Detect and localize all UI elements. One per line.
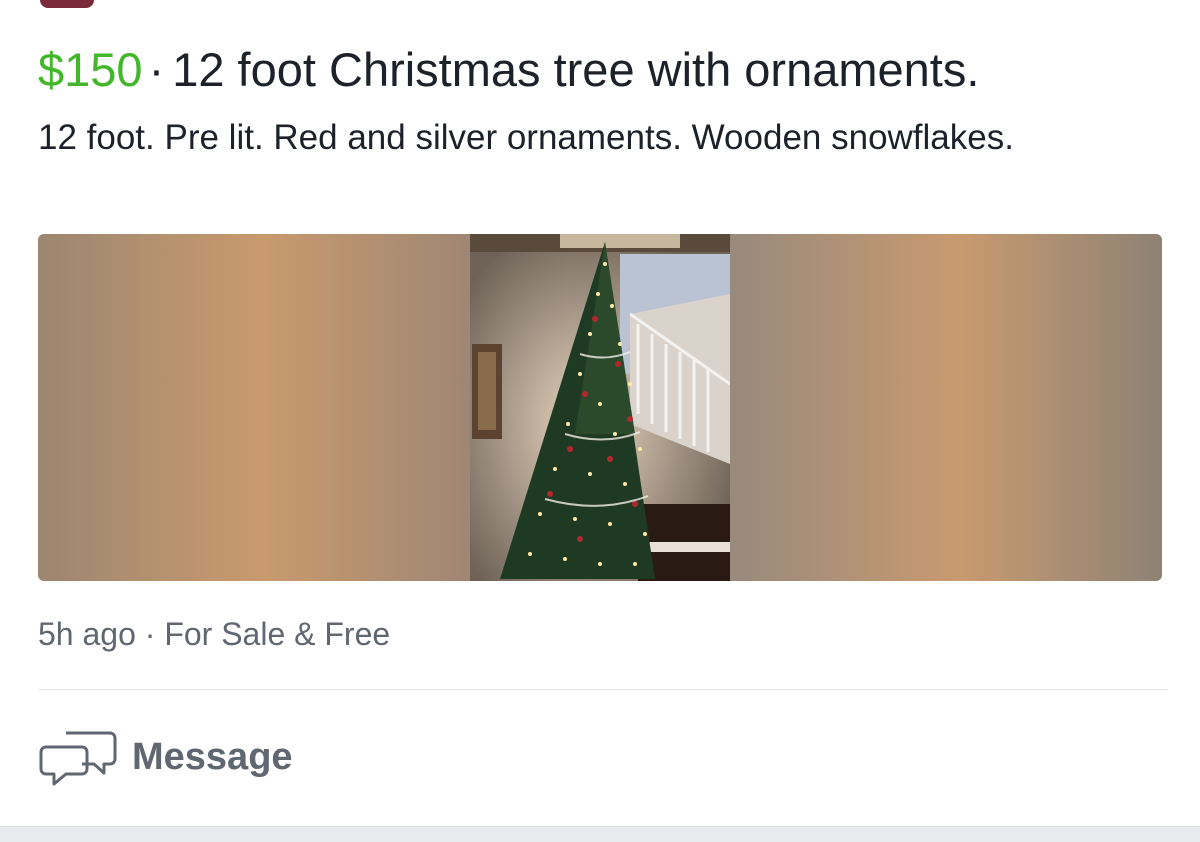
listing-photo[interactable] [38,234,1162,581]
christmas-tree-photo [470,234,730,581]
bottom-divider-bar [0,826,1200,842]
listing-title: $150 · 12 foot Christmas tree with ornamen… [38,42,979,98]
listing-price: $150 [38,43,143,96]
title-separator: · [148,43,165,96]
divider [38,689,1168,690]
poster-avatar[interactable] [40,0,94,8]
chat-bubbles-icon [39,731,117,786]
listing-title-text: 12 foot Christmas tree with ornaments. [172,43,980,96]
listing-description: 12 foot. Pre lit. Red and silver ornamen… [38,118,1014,157]
message-button[interactable]: Message [38,722,328,792]
message-label: Message [132,735,293,778]
listing-meta: 5h ago · For Sale & Free [38,616,391,652]
